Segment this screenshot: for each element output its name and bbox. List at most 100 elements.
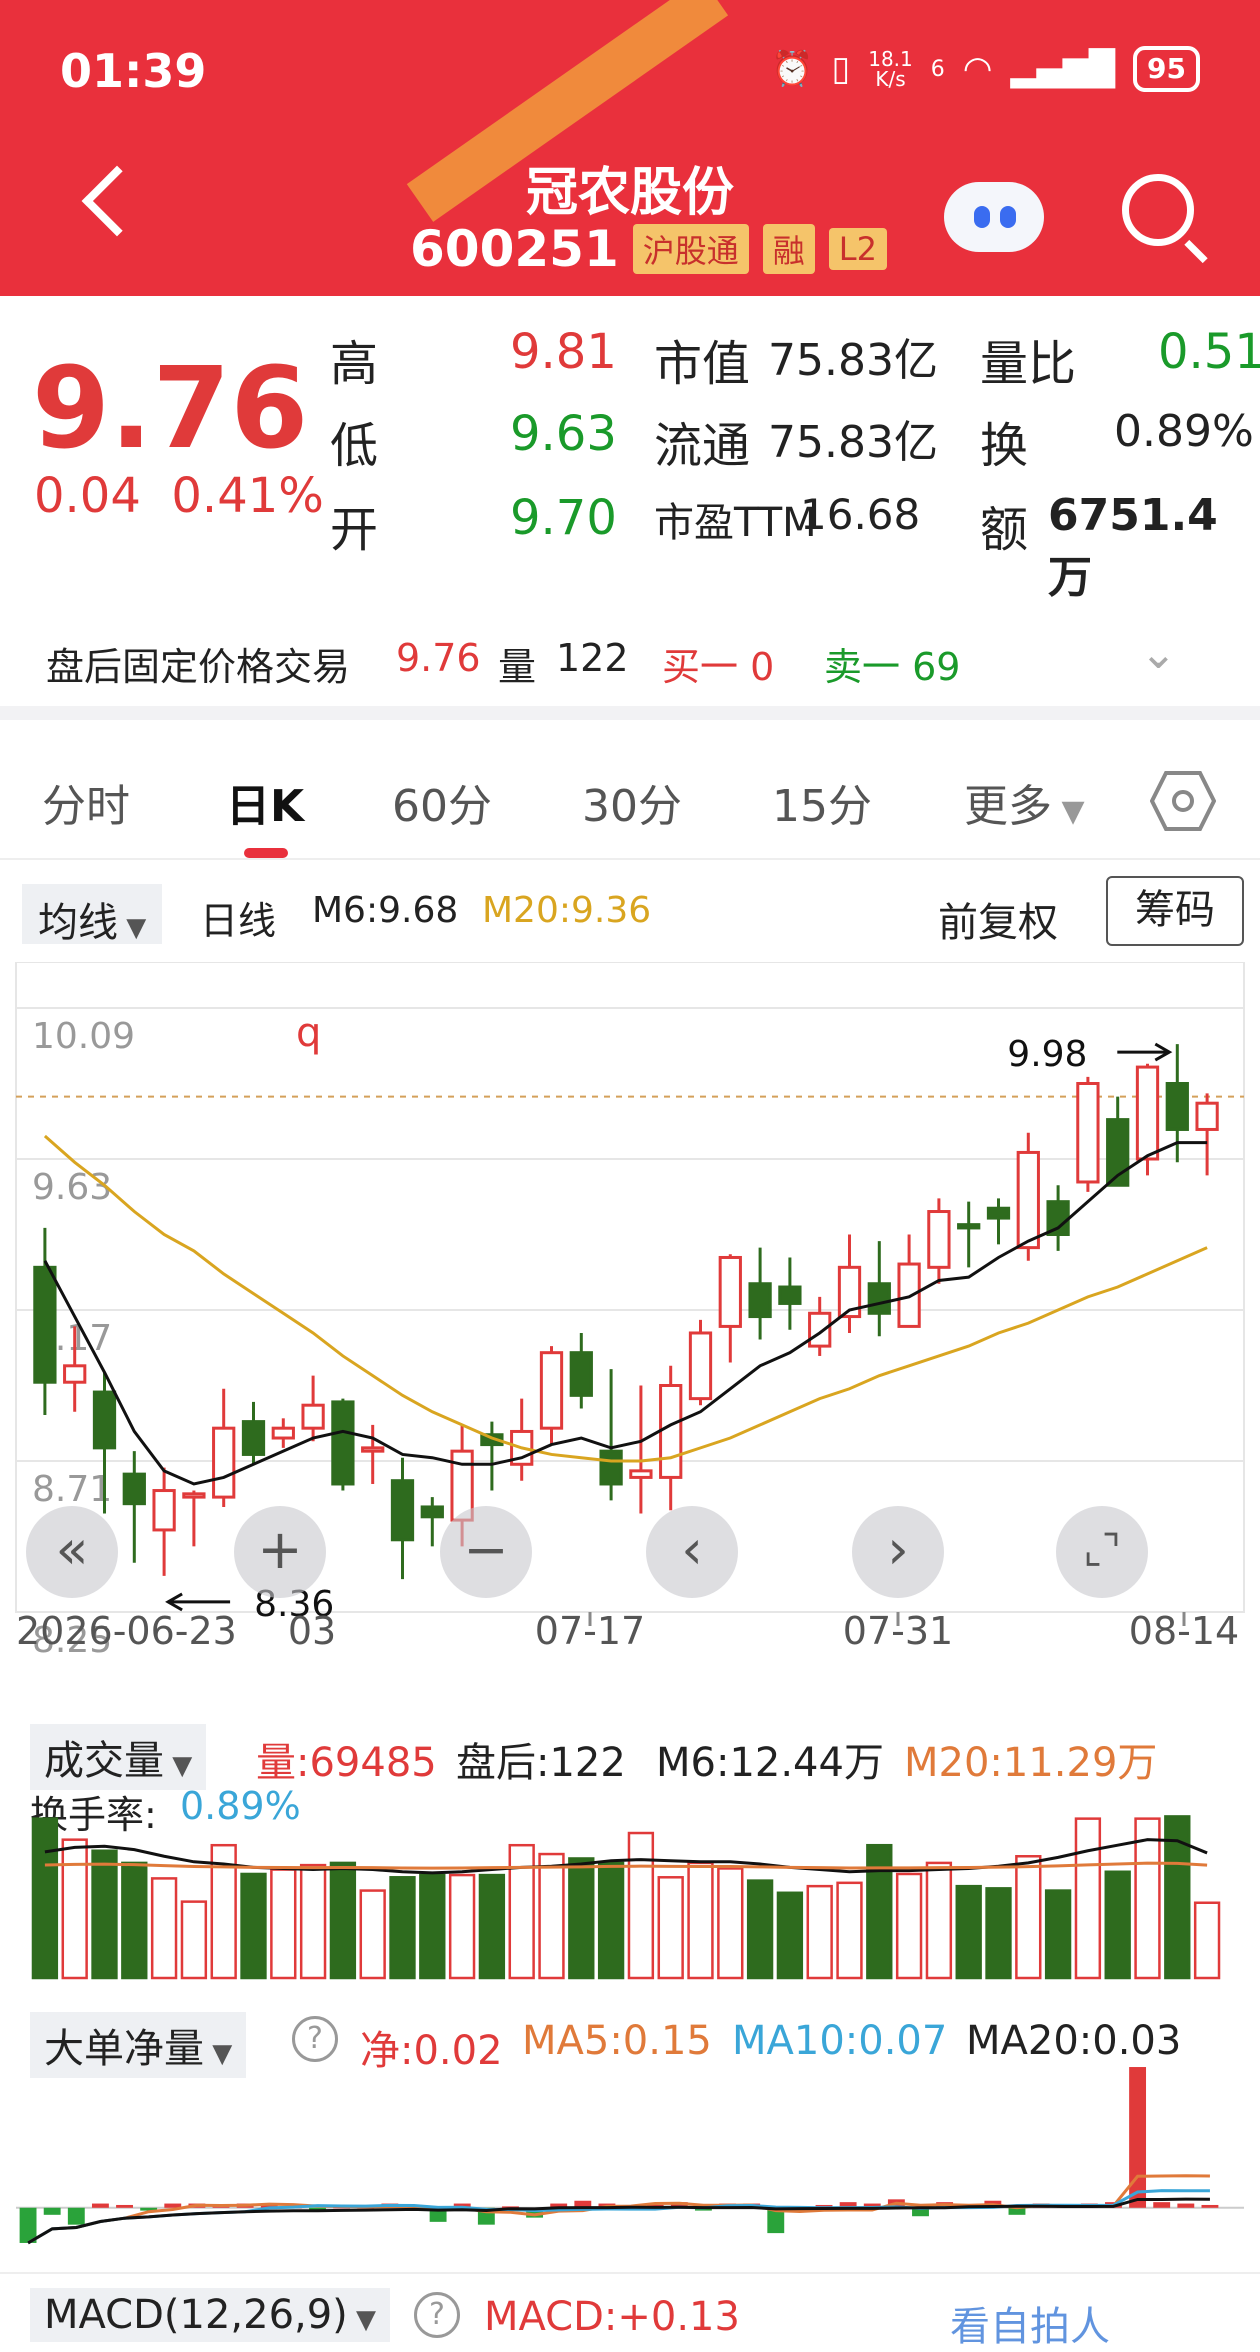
macd-select[interactable]: MACD(12,26,9) ▼ — [30, 2288, 391, 2342]
volume-bar — [1015, 1855, 1042, 1980]
search-icon[interactable] — [1122, 174, 1194, 246]
scroll-left-icon[interactable]: ‹ — [646, 1506, 738, 1598]
candle-body — [1135, 1065, 1160, 1161]
pe-label: 市盈TTM — [654, 500, 817, 546]
candle-body — [331, 1400, 355, 1486]
scroll-right-icon[interactable]: › — [852, 1506, 944, 1598]
volume-bar — [448, 1873, 476, 1980]
volume-bar — [955, 1884, 982, 1980]
after-hours-label: 盘后固定价格交易 — [46, 645, 351, 689]
fullscreen-icon[interactable]: ⌞⌝ — [1056, 1506, 1148, 1598]
macd-value: MACD:+0.13 — [484, 2294, 740, 2340]
volume-bar — [985, 1887, 1012, 1980]
macd-help-icon[interactable]: ? — [414, 2292, 460, 2338]
volume-bar — [359, 1889, 386, 1980]
amount-label: 额 — [980, 502, 1029, 558]
big-order-bar — [1201, 2204, 1219, 2208]
volume-bar — [389, 1876, 416, 1980]
active-tab-indicator — [244, 848, 288, 858]
volume-bar — [717, 1867, 744, 1980]
big-order-bar — [1129, 2067, 1147, 2208]
high-annotation: 9.98 — [1007, 1034, 1087, 1075]
volume-bar — [299, 1863, 327, 1980]
after-hours-vol: 122 — [556, 636, 629, 680]
volume-bar — [568, 1857, 595, 1980]
volume-bar — [627, 1831, 655, 1980]
candle-body — [1165, 1082, 1189, 1131]
period-label: 日线 — [200, 899, 277, 943]
volume-bar — [150, 1877, 178, 1980]
low-label: 低 — [330, 418, 379, 474]
y-tick-label: 8.71 — [32, 1469, 112, 1510]
after-hours-row[interactable]: 盘后固定价格交易 9.76 量 122 买一 0 卖一 69 ⌄ — [0, 600, 1260, 720]
volratio-label: 量比 — [980, 336, 1077, 392]
volume-bar — [240, 1872, 267, 1980]
volume-bar — [478, 1873, 506, 1980]
volume-bar — [91, 1849, 118, 1980]
candle-body — [718, 1255, 742, 1328]
app-header: 01:39 ⏰ ▯ 18.1 K/s 6 ◠ ▂▄▆█ 95 冠农股份 6002… — [0, 0, 1260, 296]
ma-select[interactable]: 均线 ▼ — [22, 884, 163, 946]
settings-hex-icon[interactable] — [1150, 770, 1216, 832]
volume-bar — [1044, 1889, 1072, 1980]
wifi-icon: ◠ — [962, 49, 993, 89]
candle-body — [1076, 1082, 1100, 1184]
volume-bar — [419, 1873, 446, 1980]
float-label: 流通 — [654, 418, 751, 474]
volume-bar — [538, 1852, 565, 1980]
stock-name: 冠农股份 — [525, 163, 734, 223]
signal-note: 6 — [930, 56, 945, 82]
status-time: 01:39 — [60, 44, 207, 98]
tab-more[interactable]: 更多 ▼ — [964, 770, 1085, 834]
candle-body — [182, 1492, 206, 1499]
candle-body — [986, 1206, 1011, 1220]
volume-bar — [329, 1861, 357, 1980]
ma20-readout: M20:9.36 — [482, 890, 652, 931]
adjust-mode[interactable]: 前复权 — [938, 890, 1058, 948]
zoom-out-icon[interactable]: − — [440, 1506, 532, 1598]
volume-m20: M20:11.29万 — [904, 1740, 1158, 1786]
candle-body — [241, 1420, 266, 1456]
after-hours-price: 9.76 — [396, 636, 481, 680]
tab-daily-k[interactable]: 日K — [226, 770, 304, 834]
rewind-double-left-icon[interactable]: « — [26, 1506, 118, 1598]
mktcap-value: 75.83亿 — [768, 335, 938, 386]
big-order-ma10: MA10:0.07 — [732, 2018, 948, 2064]
volume-bar — [746, 1879, 774, 1980]
chevron-down-icon[interactable]: ⌄ — [1140, 628, 1177, 679]
tab-intraday[interactable]: 分时 — [42, 770, 130, 834]
stock-code-row: 600251 沪股通 融 L2 — [410, 220, 887, 278]
big-order-bar — [43, 2207, 61, 2215]
vibrate-icon: ▯ — [831, 49, 851, 89]
candle-body — [778, 1285, 802, 1305]
volume-bar — [1074, 1817, 1102, 1980]
candle-body — [599, 1449, 623, 1486]
volume-bar — [31, 1817, 59, 1980]
volume-bar — [925, 1861, 953, 1980]
after-hours-vol-label: 量 — [498, 645, 537, 689]
candle-body — [629, 1469, 653, 1479]
volume-chart — [31, 1815, 1221, 1980]
watermark-text: 看自拍人 — [950, 2304, 1110, 2350]
zoom-in-icon[interactable]: + — [234, 1506, 326, 1598]
tab-15min[interactable]: 15分 — [772, 770, 872, 834]
volume-header: 成交量 ▼ 量:69485 盘后:122 M6:12.44万 M20:11.29… — [0, 1700, 1260, 1837]
cell-signal-icon: ▂▄▆█ — [1010, 49, 1116, 89]
quote-panel: 9.76 0.04 0.41% 高 9.81 低 9.63 开 9.70 市值 … — [0, 296, 1260, 603]
turnover-value: 0.89% — [1114, 406, 1254, 457]
volume-bar — [806, 1884, 833, 1980]
tab-60min[interactable]: 60分 — [392, 770, 492, 834]
tab-30min[interactable]: 30分 — [582, 770, 682, 834]
volume-bar — [895, 1872, 923, 1980]
volume-bar — [1193, 1901, 1221, 1980]
chips-button[interactable]: 筹码 — [1106, 876, 1244, 946]
status-icons: ⏰ ▯ 18.1 K/s 6 ◠ ▂▄▆█ 95 — [771, 46, 1200, 92]
volume-bar — [508, 1843, 535, 1980]
help-icon[interactable]: ? — [292, 2016, 338, 2062]
volume-bar — [270, 1868, 297, 1980]
robot-assistant-icon[interactable] — [944, 182, 1044, 252]
candle-body — [63, 1364, 87, 1384]
last-price: 9.76 — [32, 344, 309, 474]
volume-select[interactable]: 成交量 ▼ — [30, 1724, 207, 1790]
tag-margin: 融 — [762, 224, 815, 274]
